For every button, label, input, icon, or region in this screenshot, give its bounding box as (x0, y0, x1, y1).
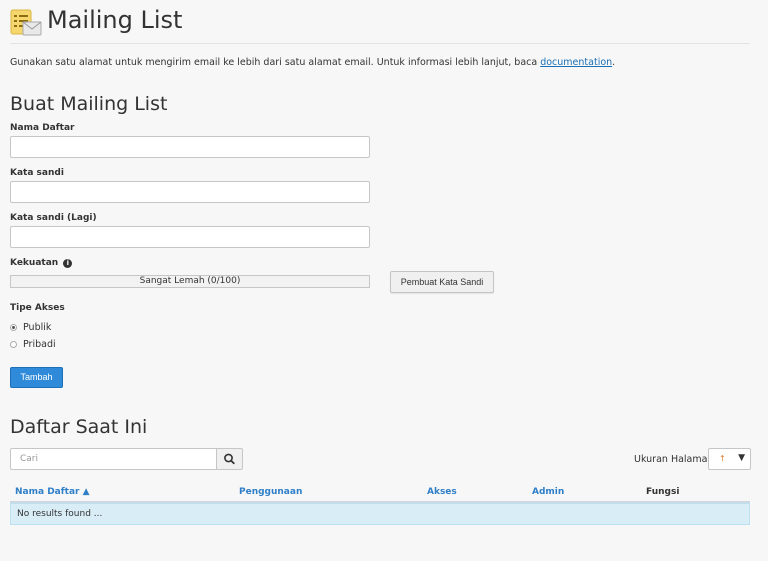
intro-text-body: Gunakan satu alamat untuk mengirim email… (10, 57, 541, 68)
search-icon (224, 453, 235, 465)
password-again-input[interactable] (10, 226, 370, 248)
page-size-select[interactable]: ↑ ▼ (708, 448, 751, 470)
page-title: Mailing List (47, 6, 183, 34)
radio-private[interactable] (10, 340, 17, 348)
column-header-admin[interactable]: Admin (532, 487, 564, 497)
access-option-private-label: Pribadi (23, 339, 56, 350)
page-size-value: ↑ (719, 454, 726, 463)
password-label: Kata sandi (10, 168, 64, 178)
password-input[interactable] (10, 181, 370, 203)
access-option-public[interactable]: Publik (10, 322, 51, 333)
header-divider (10, 43, 750, 44)
mailing-list-icon (10, 7, 42, 39)
intro-text: Gunakan satu alamat untuk mengirim email… (10, 57, 615, 68)
password-strength-meter: Sangat Lemah (0/100) (10, 275, 370, 288)
current-lists-title: Daftar Saat Ini (10, 416, 148, 438)
add-button[interactable]: Tambah (10, 367, 63, 388)
page-size-label: Ukuran Halaman (634, 454, 714, 465)
search-input[interactable]: Cari (10, 448, 217, 470)
radio-public[interactable] (10, 323, 17, 331)
access-option-public-label: Publik (23, 322, 52, 333)
info-icon[interactable]: i (63, 259, 73, 268)
column-header-usage[interactable]: Penggunaan (239, 487, 302, 497)
column-header-list-name[interactable]: Nama Daftar ▲ (15, 487, 90, 497)
table-row: No results found ... (10, 503, 750, 525)
list-name-input[interactable] (10, 136, 370, 158)
password-generator-button[interactable]: Pembuat Kata Sandi (390, 271, 494, 293)
column-header-functions: Fungsi (646, 487, 680, 497)
access-type-label: Tipe Akses (10, 303, 65, 313)
chevron-down-icon: ▼ (738, 453, 745, 463)
documentation-link[interactable]: documentation (540, 57, 612, 68)
strength-label-row: Kekuatan i (10, 258, 73, 268)
strength-label: Kekuatan (10, 258, 59, 268)
access-option-private[interactable]: Pribadi (10, 339, 56, 350)
search-button[interactable] (216, 448, 243, 470)
list-name-label: Nama Daftar (10, 123, 75, 133)
create-section-title: Buat Mailing List (10, 93, 168, 115)
intro-text-end: . (612, 57, 616, 68)
column-header-access[interactable]: Akses (427, 487, 457, 497)
password-again-label: Kata sandi (Lagi) (10, 213, 97, 223)
